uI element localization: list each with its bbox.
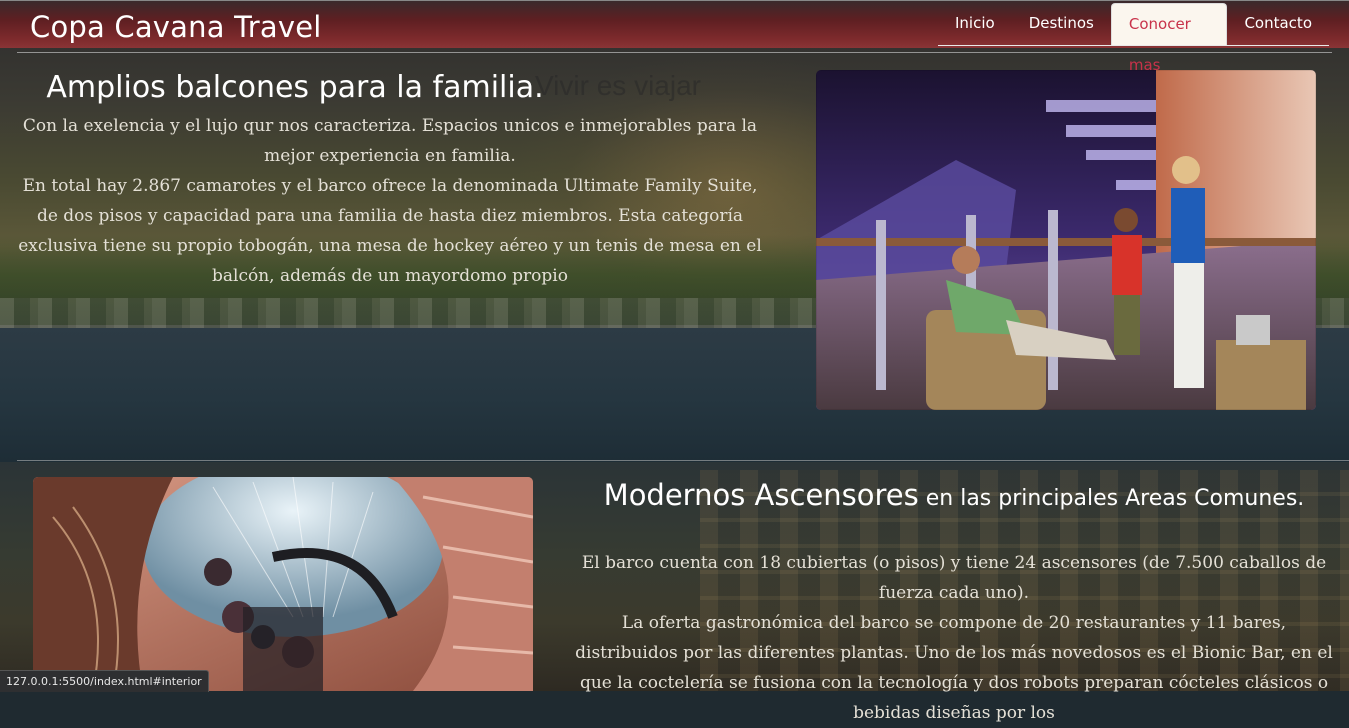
section2-title-main: Modernos Ascensores (603, 478, 919, 512)
section2-text: El barco cuenta con 18 cubiertas (o piso… (574, 548, 1334, 728)
nav-item-destinos[interactable]: Destinos (1012, 3, 1111, 44)
section2-title: Modernos Ascensores en las principales A… (575, 478, 1333, 512)
nav-item-conocer-mas[interactable]: Conocer mas (1110, 3, 1228, 74)
brand-title[interactable]: Copa Cavana Travel (30, 10, 322, 44)
navbar: Copa Cavana Travel Inicio Destinos Conoc… (0, 0, 1349, 74)
browser-status-bar-url: 127.0.0.1:5500/index.html#interior (0, 670, 209, 692)
family-balcony-photo (816, 70, 1316, 410)
section2-paragraph-2: La oferta gastronómica del barco se comp… (575, 613, 1333, 723)
nav-item-inicio[interactable]: Inicio (938, 3, 1012, 44)
section1-text: Con la exelencia y el lujo qur nos carac… (12, 111, 768, 291)
section-divider (17, 460, 1349, 461)
atrium-elevators-photo (33, 477, 533, 691)
section1-title: Amplios balcones para la familia. (46, 70, 544, 105)
nav-menu: Inicio Destinos Conocer mas Contacto (938, 3, 1329, 74)
section1-paragraph-2: En total hay 2.867 camarotes y el barco … (18, 176, 762, 286)
section2-title-sub: en las principales Areas Comunes. (918, 486, 1305, 511)
section2-paragraph-1: El barco cuenta con 18 cubiertas (o piso… (581, 553, 1327, 603)
section1-paragraph-1: Con la exelencia y el lujo qur nos carac… (22, 116, 758, 166)
nav-item-contacto[interactable]: Contacto (1227, 3, 1329, 44)
